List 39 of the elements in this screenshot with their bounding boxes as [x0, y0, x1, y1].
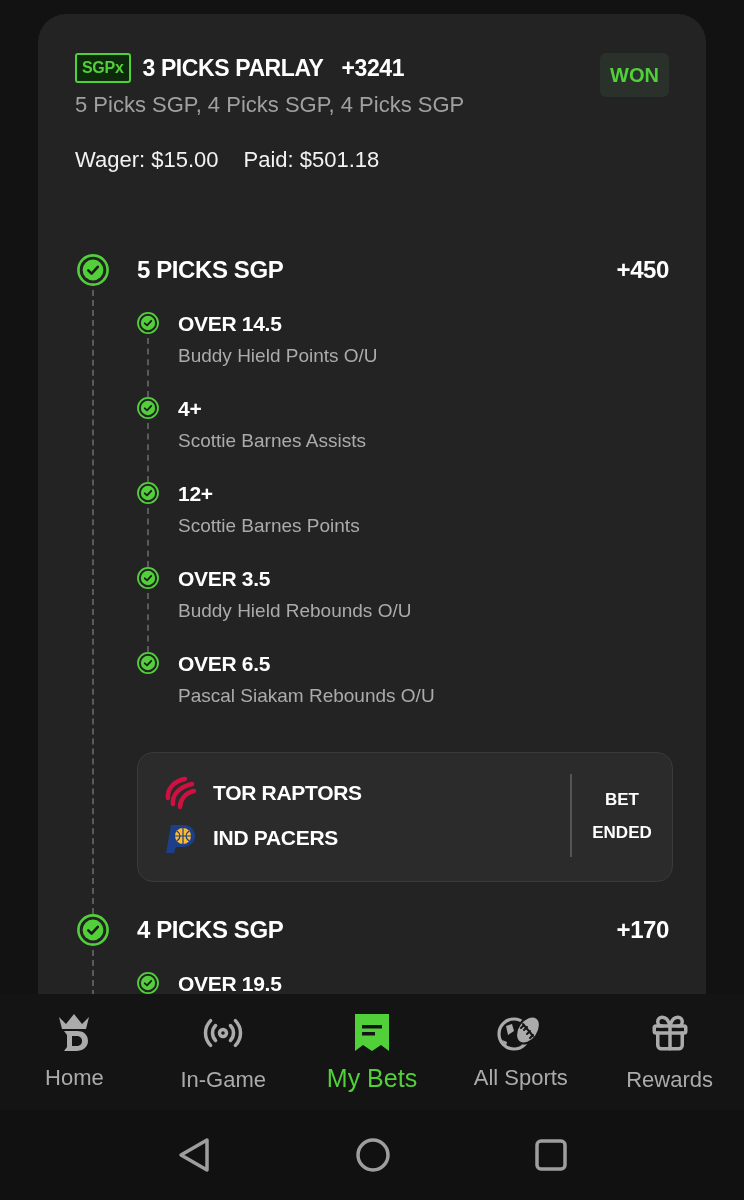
- leg-odds: +170: [616, 916, 669, 944]
- pick-line: OVER 14.5: [178, 312, 283, 336]
- home-icon[interactable]: [356, 1138, 390, 1172]
- team-name: TOR RAPTORS: [213, 781, 362, 805]
- claw-logo-icon: [163, 776, 197, 810]
- nav-tab[interactable]: My Bets: [297, 994, 447, 1110]
- bet-status-badge: WON: [600, 53, 669, 97]
- bet-odds: +3241: [341, 54, 405, 82]
- dashed-connector: [147, 508, 149, 567]
- game-status: BET ENDED: [592, 788, 652, 844]
- bet-title: 3 PICKS PARLAY: [142, 54, 324, 82]
- pick-market: Scottie Barnes Assists: [178, 429, 367, 453]
- pick-line: 12+: [178, 482, 214, 506]
- dashed-connector: [147, 593, 149, 652]
- receipt-icon: [353, 1012, 391, 1052]
- pick-market: Buddy Hield Points O/U: [178, 344, 379, 368]
- nav-tab[interactable]: Home: [0, 994, 149, 1110]
- dashed-connector: [147, 338, 149, 397]
- dashed-connector: [147, 423, 149, 482]
- bet-legs-summary: 5 Picks SGP, 4 Picks SGP, 4 Picks SGP: [75, 91, 465, 119]
- pick-line: OVER 19.5: [178, 972, 283, 994]
- recents-icon[interactable]: [535, 1139, 567, 1171]
- leg-title: 5 PICKS SGP: [137, 256, 284, 284]
- sgpx-badge: SGPx: [75, 53, 131, 83]
- leg-title: 4 PICKS SGP: [137, 916, 284, 944]
- wager-amount: Wager: $15.00: [75, 146, 219, 174]
- nav-tab[interactable]: In-Game: [148, 994, 298, 1110]
- pick-market: Scottie Barnes Points: [178, 514, 361, 538]
- pick-line: OVER 3.5: [178, 567, 272, 591]
- back-icon[interactable]: [177, 1137, 211, 1173]
- pick-line: 4+: [178, 397, 203, 421]
- nav-tab[interactable]: Rewards: [595, 994, 744, 1110]
- pick-line: OVER 6.5: [178, 652, 272, 676]
- leg-odds: +450: [616, 256, 669, 284]
- pick-market: Pascal Siakam Rebounds O/U: [178, 684, 436, 708]
- nav-tab[interactable]: All Sports: [446, 994, 596, 1110]
- pick-market: Buddy Hield Rebounds O/U: [178, 599, 413, 623]
- team-name: IND PACERS: [213, 826, 338, 850]
- paid-amount: Paid: $501.18: [243, 146, 380, 174]
